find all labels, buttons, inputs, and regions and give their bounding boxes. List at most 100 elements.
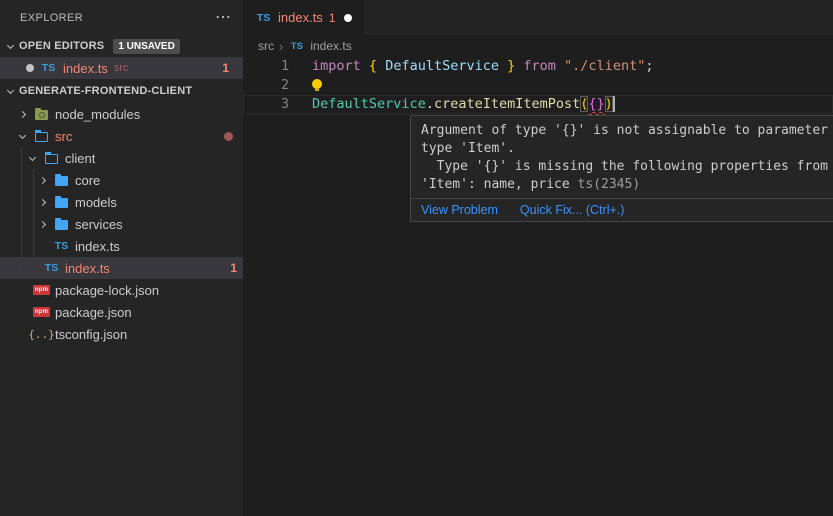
tree-item-package-lock-json[interactable]: npm package-lock.json xyxy=(0,279,243,301)
json-config-icon: {..} xyxy=(33,326,50,342)
workspace-name: GENERATE-FRONTEND-CLIENT xyxy=(19,85,192,97)
error-line: type 'Item'. xyxy=(421,140,833,158)
error-line: Argument of type '{}' is not assignable … xyxy=(421,122,833,140)
chevron-down-icon[interactable] xyxy=(16,135,28,138)
file-tree: node_modulessrc client core models services T… xyxy=(0,103,243,345)
code-line-2[interactable]: 2 xyxy=(243,76,833,95)
typescript-file-icon: TS xyxy=(53,238,70,254)
indent-guide xyxy=(21,147,22,279)
code-token: . xyxy=(426,96,434,112)
workspace-section-header[interactable]: GENERATE-FRONTEND-CLIENT xyxy=(0,79,243,103)
tree-item-label: src xyxy=(55,129,72,144)
breadcrumb-file[interactable]: index.ts xyxy=(310,39,351,53)
error-line: 'Item': name, price ts(2345) xyxy=(421,176,833,194)
vscode-window: EXPLORER ⋯ OPEN EDITORS 1 UNSAVED TS ind… xyxy=(0,0,833,516)
tree-item-label: package-lock.json xyxy=(55,283,159,298)
tab-index-ts[interactable]: TS index.ts 1 xyxy=(243,0,364,35)
code-token: import xyxy=(312,58,361,74)
tab-bar: TS index.ts 1 xyxy=(243,0,833,35)
tree-item-client[interactable]: client xyxy=(0,147,243,169)
error-count-badge: 1 xyxy=(222,61,235,75)
code-token xyxy=(361,58,369,74)
typescript-file-icon: TS xyxy=(43,260,60,276)
tab-label: index.ts xyxy=(278,10,323,25)
code-editor[interactable]: 1import { DefaultService } from "./clien… xyxy=(243,57,833,114)
tree-item-package-json[interactable]: npm package.json xyxy=(0,301,243,323)
chevron-right-icon[interactable] xyxy=(16,112,28,117)
explorer-sidebar: EXPLORER ⋯ OPEN EDITORS 1 UNSAVED TS ind… xyxy=(0,0,243,516)
text-cursor xyxy=(613,96,615,112)
tree-item-label: package.json xyxy=(55,305,132,320)
tree-item-index-ts[interactable]: TS index.ts 1 xyxy=(0,257,243,279)
view-problem-link[interactable]: View Problem xyxy=(421,203,498,217)
npm-file-icon: npm xyxy=(33,282,50,298)
tree-item-label: services xyxy=(75,217,123,232)
chevron-down-icon[interactable] xyxy=(4,90,16,93)
quick-fix-link[interactable]: Quick Fix... (Ctrl+.) xyxy=(520,203,625,217)
modified-dot-icon xyxy=(224,132,233,141)
typescript-file-icon: TS xyxy=(40,60,57,76)
tree-item-label: node_modules xyxy=(55,107,140,122)
modified-dot-icon xyxy=(26,64,34,72)
code-text: import { DefaultService } from "./client… xyxy=(289,57,653,76)
code-line-3[interactable]: 3DefaultService.createItemItemPost({}) xyxy=(243,95,833,114)
error-code: ts(2345) xyxy=(578,177,641,192)
error-message: Argument of type '{}' is not assignable … xyxy=(411,116,833,198)
folder-open-icon xyxy=(43,150,60,166)
code-token: {} xyxy=(588,96,604,112)
code-token: from xyxy=(523,58,556,74)
typescript-file-icon: TS xyxy=(288,38,305,54)
node-modules-folder-icon xyxy=(33,106,50,122)
chevron-right-icon[interactable] xyxy=(36,178,48,183)
tree-item-label: index.ts xyxy=(65,261,110,276)
line-number: 3 xyxy=(243,95,289,114)
tree-item-label: client xyxy=(65,151,95,166)
code-token: ) xyxy=(605,96,613,112)
breadcrumb-folder[interactable]: src xyxy=(258,39,274,53)
tree-item-index-ts[interactable]: TS index.ts xyxy=(0,235,243,257)
more-actions-icon[interactable]: ⋯ xyxy=(215,10,231,26)
tree-item-tsconfig-json[interactable]: {..} tsconfig.json xyxy=(0,323,243,345)
code-line-1[interactable]: 1import { DefaultService } from "./clien… xyxy=(243,57,833,76)
code-token: createItemItemPost xyxy=(434,96,580,112)
tree-item-label: core xyxy=(75,173,100,188)
folder-icon xyxy=(53,216,70,232)
unsaved-dot-icon[interactable] xyxy=(344,14,352,22)
tree-item-models[interactable]: models xyxy=(0,191,243,213)
tree-item-src[interactable]: src xyxy=(0,125,243,147)
tree-item-label: tsconfig.json xyxy=(55,327,127,342)
line-number: 2 xyxy=(243,76,289,95)
error-line: Type '{}' is missing the following prope… xyxy=(421,158,833,176)
open-editor-file-name: index.ts xyxy=(63,61,108,76)
unsaved-count-badge: 1 UNSAVED xyxy=(113,39,180,54)
code-token: "./client" xyxy=(564,58,645,74)
code-token: DefaultService xyxy=(312,96,426,112)
code-text: DefaultService.createItemItemPost({}) xyxy=(289,95,615,114)
chevron-down-icon[interactable] xyxy=(4,45,16,48)
explorer-title: EXPLORER xyxy=(20,12,215,24)
open-editors-section-header[interactable]: OPEN EDITORS 1 UNSAVED xyxy=(0,35,243,57)
line-number: 1 xyxy=(243,57,289,76)
open-editor-item-index-ts[interactable]: TS index.ts src 1 xyxy=(0,57,243,79)
explorer-header: EXPLORER ⋯ xyxy=(0,0,243,35)
chevron-down-icon[interactable] xyxy=(26,157,38,160)
code-token: { xyxy=(369,58,377,74)
indent-guide xyxy=(33,169,34,257)
code-token xyxy=(556,58,564,74)
code-text xyxy=(289,76,322,95)
code-token: ; xyxy=(645,58,653,74)
tree-item-services[interactable]: services xyxy=(0,213,243,235)
tab-error-count: 1 xyxy=(329,11,336,25)
typescript-file-icon: TS xyxy=(255,10,272,26)
lightbulb-icon[interactable] xyxy=(312,79,322,89)
tree-item-core[interactable]: core xyxy=(0,169,243,191)
tree-item-label: index.ts xyxy=(75,239,120,254)
open-editors-label: OPEN EDITORS xyxy=(19,40,104,52)
tree-item-node-modules[interactable]: node_modules xyxy=(0,103,243,125)
npm-file-icon: npm xyxy=(33,304,50,320)
error-count-badge: 1 xyxy=(230,261,243,275)
hover-actions: View Problem Quick Fix... (Ctrl+.) xyxy=(411,198,833,221)
chevron-right-icon[interactable] xyxy=(36,200,48,205)
error-hover-tooltip: Argument of type '{}' is not assignable … xyxy=(410,115,833,222)
chevron-right-icon[interactable] xyxy=(36,222,48,227)
